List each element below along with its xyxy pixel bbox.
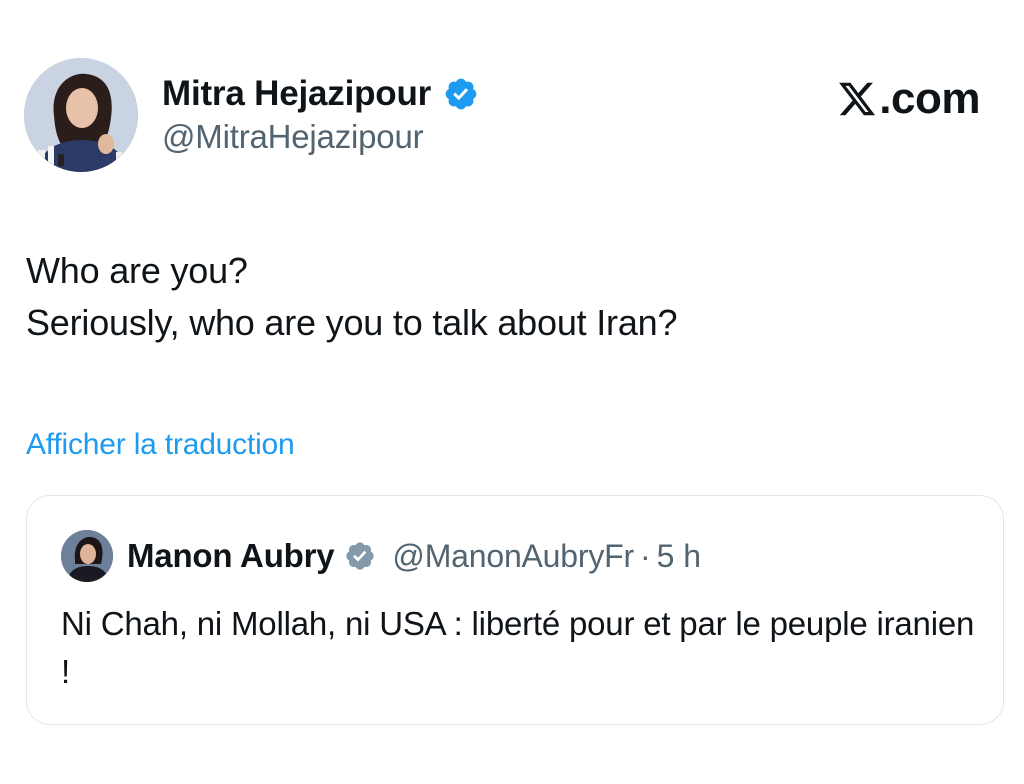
x-logo-icon	[837, 79, 877, 119]
quoted-author-avatar[interactable]	[61, 530, 113, 582]
author-avatar[interactable]	[24, 58, 138, 172]
author-avatar-image	[24, 58, 138, 172]
quoted-tweet-text: Ni Chah, ni Mollah, ni USA : liberté pou…	[61, 605, 975, 690]
tweet-line: Who are you?	[26, 250, 248, 291]
translate-link[interactable]: Afficher la traduction	[26, 428, 295, 462]
verified-badge-icon	[344, 540, 376, 572]
verified-badge-icon	[443, 76, 479, 112]
quoted-author-handle[interactable]: @ManonAubryFr	[392, 538, 634, 575]
tweet-text: Who are you? Seriously, who are you to t…	[26, 245, 678, 349]
brand-domain: .com	[879, 74, 980, 123]
separator-dot: ·	[639, 537, 651, 574]
author-name[interactable]: Mitra Hejazipour	[162, 74, 431, 114]
tweet-line: Seriously, who are you to talk about Ira…	[26, 302, 678, 343]
author-name-row: Mitra Hejazipour	[162, 72, 479, 116]
quoted-author-avatar-image	[61, 530, 113, 582]
quoted-tweet-time[interactable]: 5 h	[657, 538, 701, 575]
author-handle[interactable]: @MitraHejazipour	[162, 118, 424, 156]
quoted-author-name[interactable]: Manon Aubry	[127, 537, 335, 575]
quoted-tweet-header: Manon Aubry @ManonAubryFr · 5 h	[61, 528, 701, 584]
quoted-tweet-card[interactable]: Manon Aubry @ManonAubryFr · 5 h Ni Chah,…	[26, 495, 1004, 725]
brand-label: .com	[837, 74, 980, 124]
